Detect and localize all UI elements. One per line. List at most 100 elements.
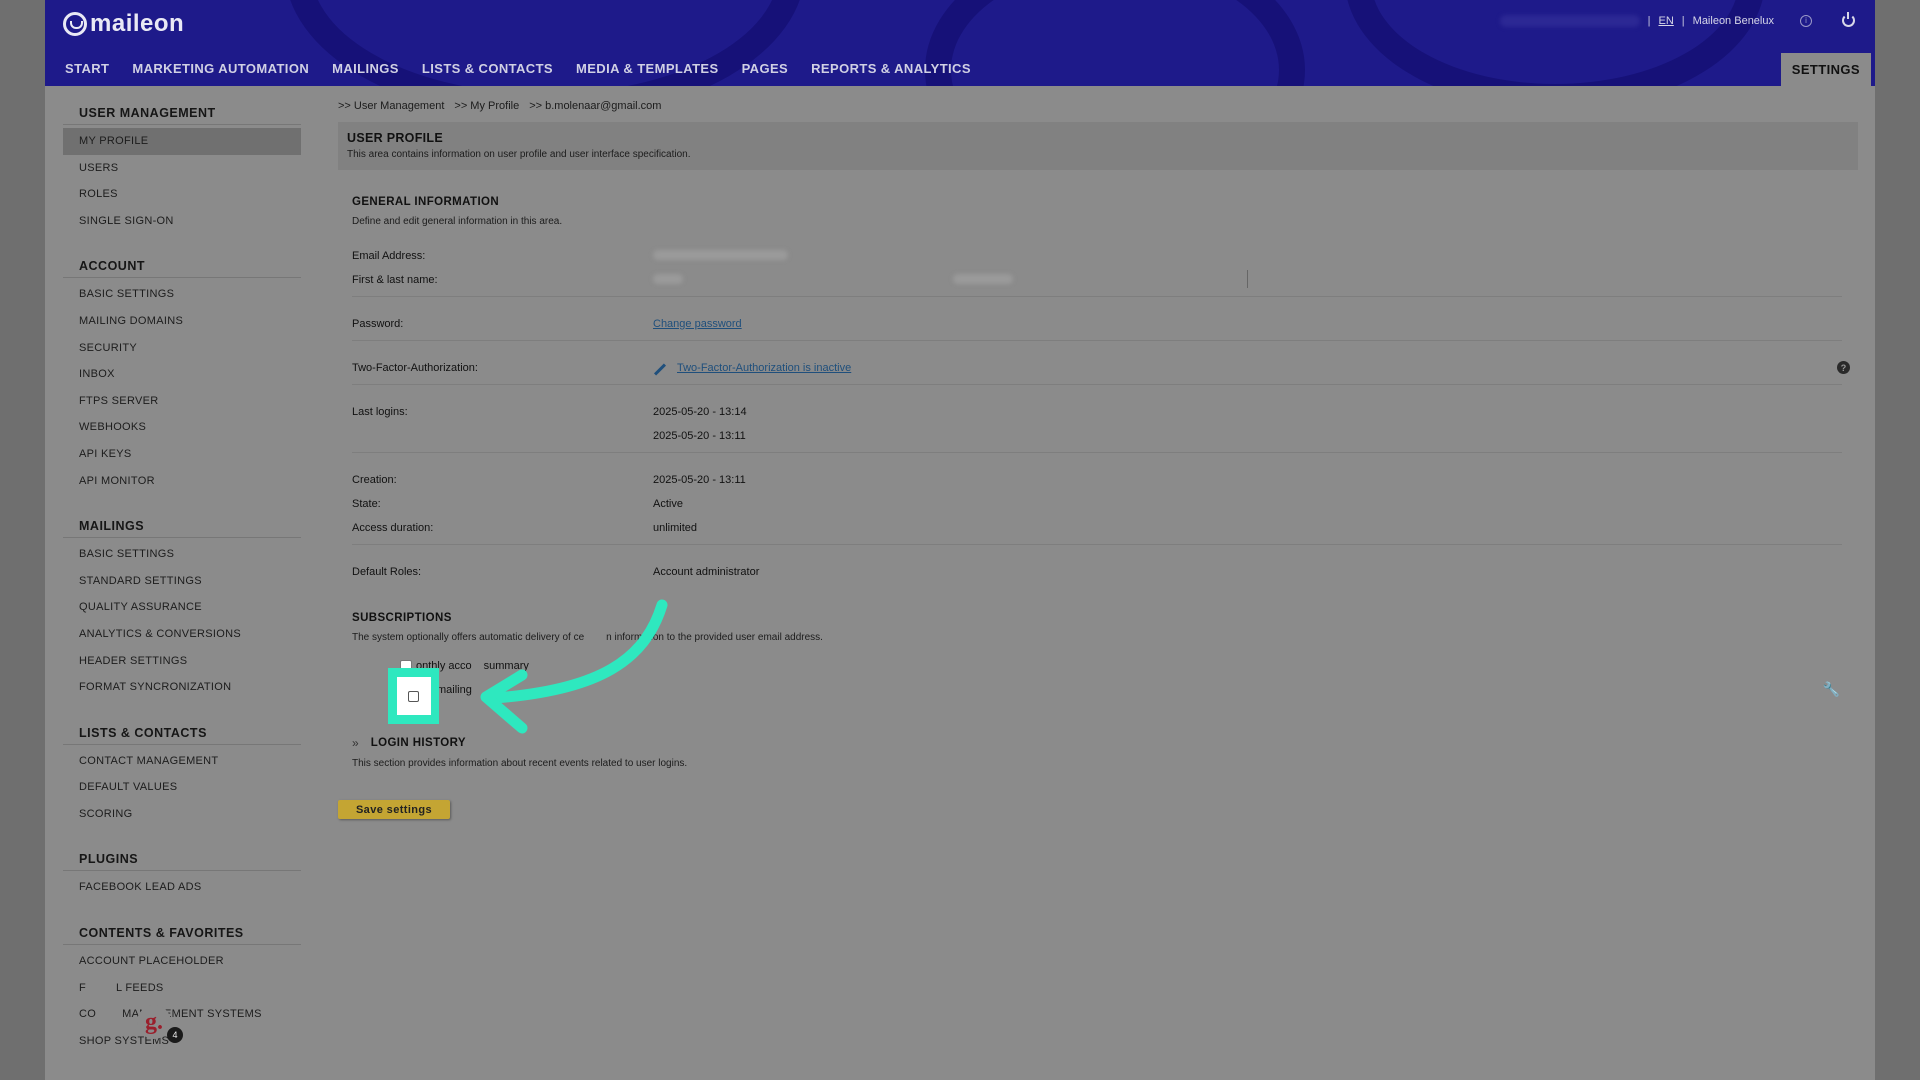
highlighted-mailing-checkbox[interactable]: [408, 690, 419, 702]
sidebar-group-title: MAILINGS: [63, 513, 301, 539]
last-logins-list: 2025-05-20 - 13:14 2025-05-20 - 13:11: [653, 406, 747, 442]
sidebar-item-single-sign-on[interactable]: SINGLE SIGN-ON: [63, 208, 301, 235]
sidebar-group-title: USER MANAGEMENT: [63, 100, 301, 125]
pencil-icon[interactable]: [653, 363, 667, 376]
sidebar-item-roles[interactable]: ROLES: [63, 181, 301, 208]
change-password-link[interactable]: Change password: [653, 318, 742, 330]
page-subtitle: This area contains information on user p…: [347, 149, 691, 160]
email-value-blurred: [653, 250, 788, 260]
logo-text: maileon: [90, 10, 185, 37]
section-title[interactable]: LOGIN HISTORY: [371, 737, 466, 749]
page-title: USER PROFILE: [347, 131, 443, 145]
nav-marketing-automation[interactable]: MARKETING AUTOMATION: [132, 61, 309, 76]
breadcrumb-email: >> b.molenaar@gmail.com: [529, 100, 662, 112]
field-separator: [1247, 270, 1248, 288]
nav-settings[interactable]: SETTINGS: [1780, 53, 1871, 86]
roles-row: Default Roles: Account administrator: [338, 566, 759, 578]
password-row: Password: Change password: [338, 318, 742, 330]
sidebar-item-mailing-domains[interactable]: MAILING DOMAINS: [63, 308, 301, 335]
sidebar-item-ftps-server[interactable]: FTPS SERVER: [63, 388, 301, 415]
section-desc: This section provides information about …: [352, 758, 688, 769]
sidebar-group-account: ACCOUNT BASIC SETTINGS MAILING DOMAINS S…: [63, 253, 301, 494]
tfa-link[interactable]: Two-Factor-Authorization is inactive: [677, 362, 851, 374]
access-row: Access duration: unlimited: [338, 522, 697, 534]
section-desc: The system optionally offers automatic d…: [352, 632, 823, 643]
creation-value: 2025-05-20 - 13:11: [653, 474, 746, 486]
account-name[interactable]: Maileon Benelux: [1693, 15, 1774, 27]
access-label: Access duration:: [352, 522, 434, 534]
sidebar-item-contact-management[interactable]: CONTACT MANAGEMENT: [63, 748, 301, 775]
nav-mailings[interactable]: MAILINGS: [332, 61, 399, 76]
sidebar-item-facebook-lead-ads[interactable]: FACEBOOK LEAD ADS: [63, 874, 301, 901]
language-link[interactable]: EN: [1659, 15, 1674, 27]
sidebar-item-basic-settings[interactable]: BASIC SETTINGS: [63, 541, 301, 568]
sidebar-item-default-values[interactable]: DEFAULT VALUES: [63, 774, 301, 801]
sidebar-group-mailings: MAILINGS BASIC SETTINGS STANDARD SETTING…: [63, 513, 301, 701]
general-information-section: GENERAL INFORMATION Define and edit gene…: [338, 196, 1858, 227]
sidebar-group-lists-contacts: LISTS & CONTACTS CONTACT MANAGEMENT DEFA…: [63, 720, 301, 828]
access-value: unlimited: [653, 522, 698, 534]
app-window: maileon | EN | Maileon Benelux i START M…: [45, 0, 1875, 1080]
sidebar-item-header-settings[interactable]: HEADER SETTINGS: [63, 648, 301, 675]
sidebar-item-security[interactable]: SECURITY: [63, 335, 301, 362]
maileon-logo[interactable]: maileon: [63, 10, 184, 38]
header-user-area: | EN | Maileon Benelux i: [1499, 12, 1855, 27]
mailing-label: mailing: [437, 684, 472, 696]
sidebar-item-account-placeholder[interactable]: ACCOUNT PLACEHOLDER: [63, 948, 301, 975]
header-decoration: [925, 0, 1305, 86]
sidebar: USER MANAGEMENT MY PROFILE USERS ROLES S…: [63, 100, 301, 1073]
sidebar-item-users[interactable]: USERS: [63, 155, 301, 182]
blurred-username: [1499, 14, 1640, 27]
sidebar-item-standard-settings[interactable]: STANDARD SETTINGS: [63, 568, 301, 595]
sidebar-item-basic-settings[interactable]: BASIC SETTINGS: [63, 281, 301, 308]
last-login-item: 2025-05-20 - 13:11: [653, 430, 746, 442]
nav-media-templates[interactable]: MEDIA & TEMPLATES: [576, 61, 719, 76]
notification-badge: 4: [167, 1027, 183, 1043]
sidebar-item-scoring[interactable]: SCORING: [63, 801, 301, 828]
nav-reports-analytics[interactable]: REPORTS & ANALYTICS: [811, 61, 971, 76]
last-logins-row: Last logins: 2025-05-20 - 13:14 2025-05-…: [338, 406, 747, 442]
mailing-row: mailing 🔧: [338, 681, 1858, 698]
roles-value: Account administrator: [653, 566, 760, 578]
section-title: GENERAL INFORMATION: [352, 196, 500, 208]
sidebar-item-my-profile[interactable]: MY PROFILE: [63, 128, 301, 155]
state-label: State:: [352, 498, 381, 510]
sidebar-group-title: ACCOUNT: [63, 253, 301, 279]
sidebar-item-api-keys[interactable]: API KEYS: [63, 441, 301, 468]
sidebar-item-analytics-conversions[interactable]: ANALYTICS & CONVERSIONS: [63, 621, 301, 648]
sidebar-group-user-management: USER MANAGEMENT MY PROFILE USERS ROLES S…: [63, 100, 301, 234]
password-label: Password:: [352, 318, 404, 330]
avatar[interactable]: g.: [137, 1005, 171, 1039]
roles-label: Default Roles:: [352, 566, 422, 578]
tfa-label: Two-Factor-Authorization:: [352, 362, 478, 374]
sidebar-item-quality-assurance[interactable]: QUALITY ASSURANCE: [63, 594, 301, 621]
save-settings-button[interactable]: Save settings: [338, 800, 450, 819]
help-icon[interactable]: ?: [1837, 361, 1850, 374]
expand-chevron-icon[interactable]: »: [352, 736, 359, 750]
nav-lists-contacts[interactable]: LISTS & CONTACTS: [422, 61, 553, 76]
breadcrumb-user-management[interactable]: >> User Management: [338, 100, 444, 122]
nav-start[interactable]: START: [65, 61, 109, 76]
nav-pages[interactable]: PAGES: [742, 61, 789, 76]
last-name-blurred: [953, 274, 1013, 284]
sidebar-item-webhooks[interactable]: WEBHOOKS: [63, 414, 301, 441]
email-row: Email Address:: [338, 250, 788, 262]
subscriptions-section: SUBSCRIPTIONS The system optionally offe…: [338, 612, 823, 643]
section-title: SUBSCRIPTIONS: [352, 612, 452, 624]
sidebar-item-content-management-systems[interactable]: CO MANAGEMENT SYSTEMS: [63, 1001, 301, 1028]
sidebar-item-api-monitor[interactable]: API MONITOR: [63, 468, 301, 495]
logo-icon: [63, 12, 87, 36]
info-icon[interactable]: i: [1800, 14, 1812, 27]
sidebar-group-title: LISTS & CONTACTS: [63, 720, 301, 745]
email-label: Email Address:: [352, 250, 426, 262]
last-logins-label: Last logins:: [352, 406, 408, 418]
sidebar-item-inbox[interactable]: INBOX: [63, 361, 301, 388]
sidebar-item-format-syncronization[interactable]: FORMAT SYNCRONIZATION: [63, 674, 301, 701]
sidebar-item-feeds[interactable]: FL FEEDS: [63, 975, 301, 1002]
wrench-icon[interactable]: 🔧: [1823, 681, 1840, 698]
power-icon[interactable]: [1842, 12, 1855, 27]
creation-label: Creation:: [352, 474, 397, 486]
header-decoration: [1345, 0, 1765, 86]
top-header: maileon | EN | Maileon Benelux i START M…: [45, 0, 1875, 86]
breadcrumb-my-profile[interactable]: >> My Profile: [454, 100, 519, 122]
